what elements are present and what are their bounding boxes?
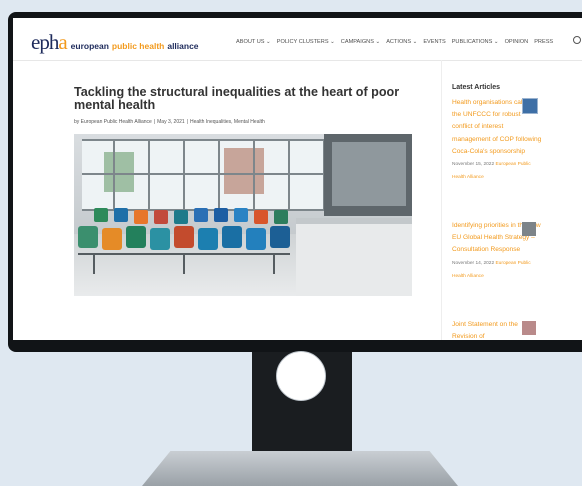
monitor-stand-cable-hole	[276, 351, 326, 401]
logo-word-public-health: public health	[111, 41, 165, 51]
sidebar-post-date: November 15, 2022	[452, 162, 495, 168]
sidebar-post-2-thumbnail[interactable]	[522, 222, 536, 236]
monitor-stand-base	[142, 451, 458, 486]
nav-publications[interactable]: Publications ⌄	[452, 39, 499, 45]
article-title: Tackling the structural inequalities at …	[74, 85, 400, 112]
article-categories[interactable]: Health Inequalities, Mental Health	[190, 119, 265, 125]
article-meta: by European Public Health Alliance | May 3…	[74, 119, 265, 125]
epha-logo[interactable]: epha european public health alliance	[31, 30, 199, 55]
monitor-screen: epha european public health alliance Abo…	[13, 18, 582, 340]
article-hero-image	[74, 134, 412, 296]
sidebar-post-date: November 14, 2022	[452, 260, 495, 266]
sidebar-post-1-thumbnail[interactable]	[522, 98, 538, 114]
nav-policy-clusters[interactable]: Policy Clusters ⌄	[277, 39, 335, 45]
nav-press[interactable]: Press	[534, 39, 553, 45]
nav-opinion[interactable]: Opinion	[505, 39, 529, 45]
logo-word-european: european	[70, 41, 109, 51]
nav-campaigns[interactable]: Campaigns ⌄	[341, 39, 380, 45]
latest-articles-heading: Latest Articles	[452, 84, 500, 91]
sidebar-post-meta: November 14, 2022 European Public Health…	[452, 257, 542, 283]
site-header: epha european public health alliance Abo…	[13, 18, 582, 61]
search-icon[interactable]	[573, 36, 581, 44]
nav-about-us[interactable]: About Us ⌄	[236, 39, 271, 45]
sidebar-divider	[441, 60, 442, 340]
article-date: May 3, 2021	[157, 119, 185, 125]
sidebar-post-3-thumbnail[interactable]	[522, 321, 536, 335]
article-author[interactable]: by European Public Health Alliance	[74, 119, 152, 125]
nav-events[interactable]: Events	[423, 39, 445, 45]
nav-actions[interactable]: Actions ⌄	[386, 39, 417, 45]
waiting-room-photo	[74, 134, 412, 296]
logo-mark: epha	[31, 30, 68, 54]
main-nav: About Us ⌄ Policy Clusters ⌄ Campaigns ⌄…	[236, 39, 553, 45]
logo-word-alliance: alliance	[167, 41, 199, 51]
sidebar-post-meta: November 15, 2022 European Public Health…	[452, 158, 542, 184]
